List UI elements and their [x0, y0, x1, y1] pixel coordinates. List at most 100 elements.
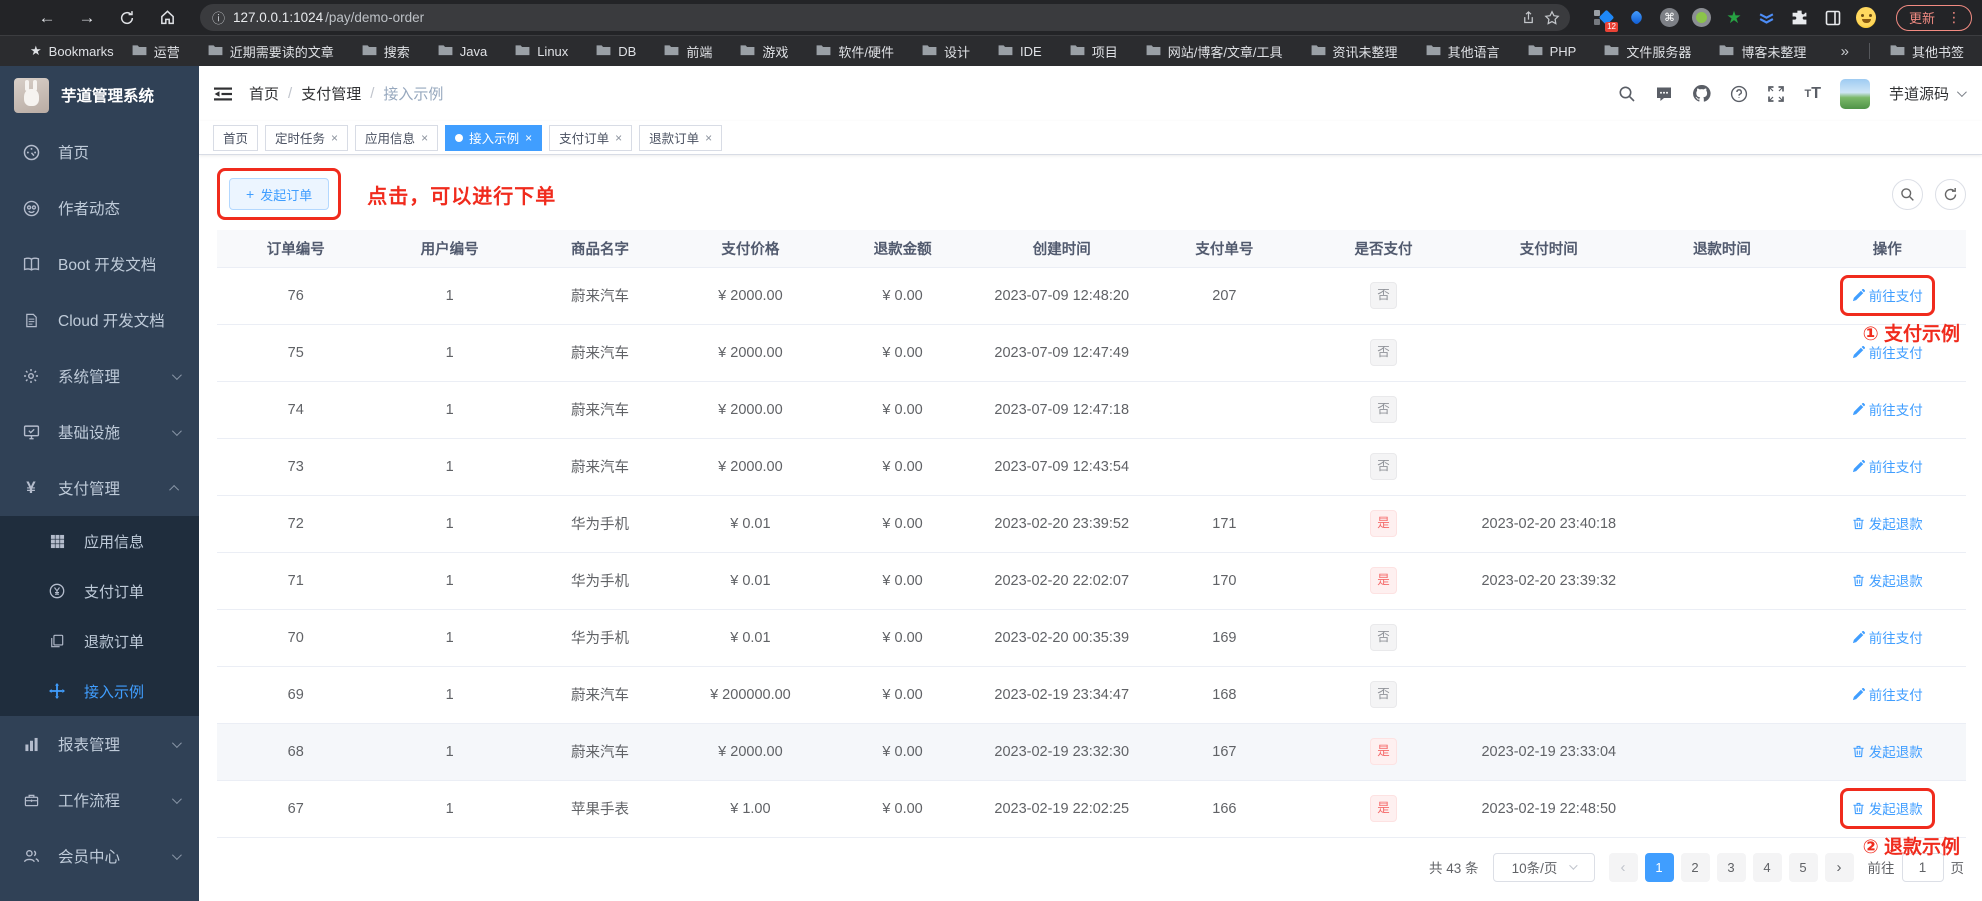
extension-adblock-icon[interactable]: 12 — [1593, 8, 1618, 32]
goto-pay-link[interactable]: 前往支付 — [1852, 684, 1923, 704]
bookmark-folder[interactable]: 资讯未整理 — [1307, 39, 1402, 64]
fullscreen-icon[interactable] — [1767, 85, 1785, 103]
tab-应用信息[interactable]: 应用信息 × — [355, 124, 439, 151]
search-icon[interactable] — [1618, 85, 1636, 103]
page-button-3[interactable]: 3 — [1716, 852, 1746, 882]
page-button-2[interactable]: 2 — [1680, 852, 1710, 882]
help-icon[interactable] — [1730, 85, 1748, 103]
bookmark-folder[interactable]: DB — [592, 41, 640, 62]
close-icon[interactable]: × — [331, 131, 338, 145]
sidebar-item-Cloud 开发文档[interactable]: Cloud 开发文档 — [0, 292, 199, 348]
tab-首页[interactable]: 首页 — [213, 124, 259, 151]
font-size-icon[interactable]: TT — [1804, 85, 1821, 103]
bookmark-folder[interactable]: Linux — [511, 41, 572, 62]
sidebar-item-支付订单[interactable]: 支付订单 — [0, 566, 199, 616]
breadcrumb-item[interactable]: 首页 — [249, 83, 279, 104]
close-icon[interactable]: × — [705, 131, 712, 145]
create-order-button[interactable]: + 发起订单 — [229, 178, 330, 210]
collapse-sidebar-icon[interactable] — [213, 85, 233, 103]
bookmark-folder[interactable]: 博客未整理 — [1715, 39, 1810, 64]
browser-menu-icon[interactable]: ⋮ — [1941, 9, 1967, 26]
goto-pay-link[interactable]: 前往支付 — [1852, 627, 1923, 647]
pay-time-cell: 2023-02-19 22:48:50 — [1462, 780, 1636, 838]
profile-avatar[interactable] — [1855, 7, 1876, 28]
bookmark-folder[interactable]: IDE — [994, 41, 1046, 62]
prev-page-button[interactable]: ‹ — [1608, 852, 1638, 882]
user-avatar[interactable] — [1839, 78, 1870, 109]
sidebar-item-报表管理[interactable]: 报表管理 — [0, 716, 199, 772]
next-page-button[interactable]: › — [1824, 852, 1854, 882]
bookmark-folder[interactable]: 网站/博客/文章/工具 — [1142, 39, 1287, 64]
close-icon[interactable]: × — [615, 131, 622, 145]
page-info-icon[interactable]: ⓘ — [212, 8, 225, 27]
browser-forward-icon[interactable]: → — [70, 4, 104, 32]
sidebar-item-工作流程[interactable]: 工作流程 — [0, 772, 199, 828]
table-search-button[interactable] — [1892, 178, 1923, 210]
sidebar-item-基础设施[interactable]: 基础设施 — [0, 404, 199, 460]
bookmark-star-icon[interactable] — [1544, 9, 1560, 26]
other-bookmarks[interactable]: 其他书签 — [1886, 39, 1968, 64]
tab-支付订单[interactable]: 支付订单 × — [549, 124, 633, 151]
share-icon[interactable] — [1521, 10, 1536, 25]
sidebar-item-会员中心[interactable]: 会员中心 — [0, 828, 199, 884]
side-panel-icon[interactable] — [1823, 8, 1843, 28]
sidebar-item-首页[interactable]: 首页 — [0, 124, 199, 180]
bookmark-folder[interactable]: 软件/硬件 — [812, 39, 898, 64]
close-icon[interactable]: × — [525, 131, 532, 145]
bookmark-folder[interactable]: 搜索 — [358, 39, 414, 64]
page-button-1[interactable]: 1 — [1644, 852, 1674, 882]
extension-star-icon[interactable]: ★ — [1724, 8, 1744, 28]
page-button-5[interactable]: 5 — [1788, 852, 1818, 882]
tab-退款订单[interactable]: 退款订单 × — [639, 124, 723, 151]
sidebar-item-退款订单[interactable]: 退款订单 — [0, 616, 199, 666]
close-icon[interactable]: × — [421, 131, 428, 145]
sidebar-logo[interactable]: 芋道管理系统 — [0, 66, 199, 124]
bookmark-folder[interactable]: 设计 — [918, 39, 974, 64]
refund-link[interactable]: 发起退款 — [1852, 570, 1923, 590]
sidebar-item-支付管理[interactable]: ¥ 支付管理 — [0, 460, 199, 516]
sidebar-item-接入示例[interactable]: 接入示例 — [0, 666, 199, 716]
refund-link[interactable]: 发起退款 — [1852, 741, 1923, 761]
refund-link[interactable]: 发起退款 — [1852, 513, 1923, 533]
extension-gem-icon[interactable] — [1627, 8, 1647, 28]
tab-定时任务[interactable]: 定时任务 × — [265, 124, 349, 151]
bookmark-folder[interactable]: PHP — [1524, 41, 1581, 62]
goto-pay-link[interactable]: 前往支付 — [1852, 456, 1923, 476]
sidebar-item-系统管理[interactable]: 系统管理 — [0, 348, 199, 404]
bookmark-folder[interactable]: 前端 — [660, 39, 716, 64]
bookmark-folder[interactable]: 近期需要读的文章 — [204, 39, 338, 64]
bookmark-folder[interactable]: 游戏 — [736, 39, 792, 64]
page-size-select[interactable]: 10条/页 — [1492, 852, 1595, 882]
sidebar-item-Boot 开发文档[interactable]: Boot 开发文档 — [0, 236, 199, 292]
goto-pay-link[interactable]: 前往支付 — [1852, 285, 1923, 305]
tab-接入示例[interactable]: 接入示例 × — [445, 124, 543, 151]
extension-layers-icon[interactable] — [1757, 8, 1777, 28]
github-icon[interactable] — [1692, 84, 1712, 103]
extensions-puzzle-icon[interactable] — [1790, 8, 1810, 28]
browser-back-icon[interactable]: ← — [30, 4, 64, 32]
sidebar-item-应用信息[interactable]: 应用信息 — [0, 516, 199, 566]
page-button-4[interactable]: 4 — [1752, 852, 1782, 882]
table-refresh-button[interactable] — [1935, 178, 1966, 210]
browser-reload-icon[interactable] — [110, 4, 144, 32]
goto-pay-link[interactable]: 前往支付 — [1852, 399, 1923, 419]
pay-no-cell: 171 — [1143, 495, 1305, 553]
bookmark-folder[interactable]: 运营 — [128, 39, 184, 64]
browser-update-button[interactable]: 更新 ⋮ — [1895, 4, 1972, 31]
bookmark-folder[interactable]: 项目 — [1066, 39, 1122, 64]
address-bar[interactable]: ⓘ 127.0.0.1:1024/pay/demo-order — [200, 4, 1570, 31]
extension-dot-icon[interactable] — [1691, 8, 1711, 27]
extension-command-icon[interactable]: ⌘ — [1659, 8, 1679, 27]
bookmark-folder[interactable]: Java — [434, 41, 491, 62]
bookmark-folder[interactable]: 其他语言 — [1422, 39, 1504, 64]
bookmark-folder[interactable]: 文件服务器 — [1600, 39, 1695, 64]
paid-status-badge: 否 — [1370, 453, 1398, 480]
user-menu[interactable]: 芋道源码 — [1889, 83, 1967, 104]
bookmarks-manager[interactable]: ★ Bookmarks — [26, 40, 118, 62]
breadcrumb-item[interactable]: 支付管理 — [301, 83, 361, 104]
bookmarks-overflow-icon[interactable]: » — [1837, 43, 1853, 60]
browser-home-icon[interactable] — [150, 4, 184, 32]
sidebar-item-作者动态[interactable]: 作者动态 — [0, 180, 199, 236]
message-icon[interactable] — [1655, 85, 1673, 103]
refund-link[interactable]: 发起退款 — [1852, 798, 1923, 818]
